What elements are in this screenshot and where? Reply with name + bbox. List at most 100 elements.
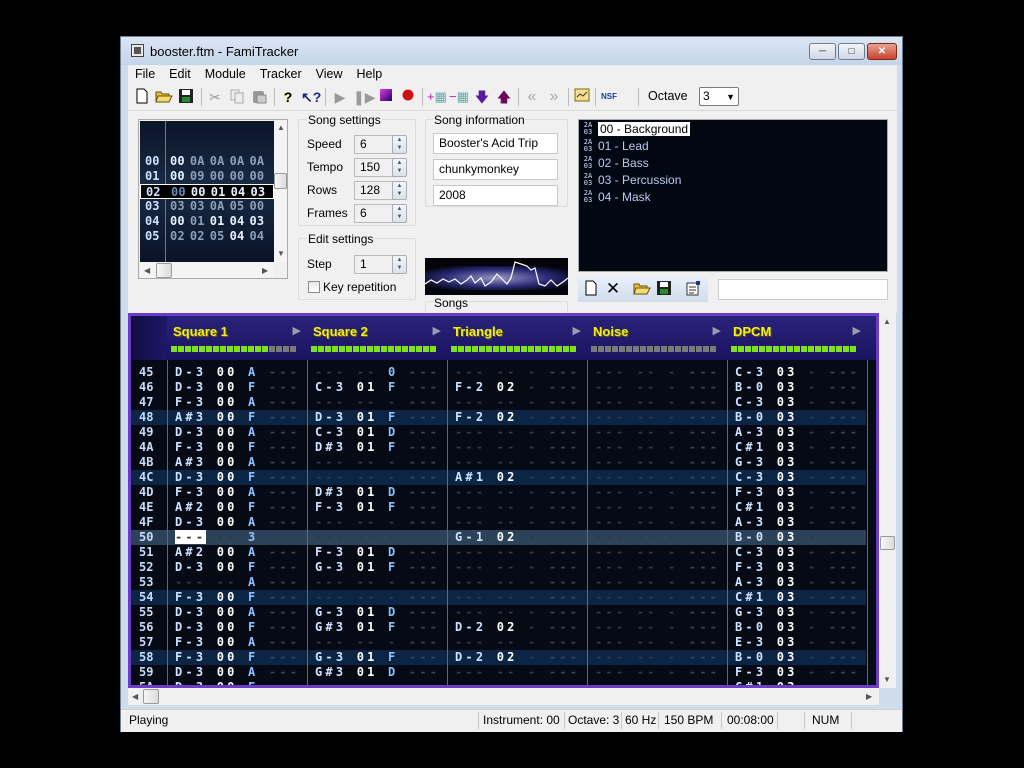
frame-cell[interactable]: 00 [249,199,264,213]
pattern-row[interactable]: 48 A#3 00 F --- D-3 01 F --- F-2 02 - --- --… [131,410,866,425]
pattern-cell[interactable]: --- -- - --- [595,560,720,575]
frame-cell[interactable]: 04 [249,229,264,243]
pattern-row[interactable]: 50 --- -- 3 --- --- -- - --- G-1 02 - --- --… [131,530,866,545]
scroll-right-icon[interactable]: ▶ [262,266,268,275]
instrument-item[interactable]: 2A 03 00 - Background [581,121,691,138]
pattern-cell[interactable]: F-3 03 - --- [735,560,860,575]
pattern-cell[interactable]: F-3 00 F --- [175,440,300,455]
expand-channel-icon[interactable]: ▶ [713,324,721,337]
frames-spinner[interactable]: ▲ ▼ [392,204,407,223]
pattern-cell[interactable]: C#1 03 - --- [735,440,860,455]
about-icon[interactable]: ? [279,88,297,106]
next-song-icon[interactable]: » [545,88,563,106]
scroll-down-icon[interactable]: ▼ [883,675,891,684]
expand-channel-icon[interactable]: ▶ [293,324,301,337]
pattern-cell[interactable]: C#1 03 - --- [735,680,860,685]
pattern-cell[interactable]: --- -- - --- [455,395,580,410]
pattern-cell[interactable]: --- -- - --- [455,545,580,560]
play-pattern-icon[interactable]: ❚▶ [353,88,376,106]
pattern-row[interactable]: 52 D-3 00 F --- G-3 01 F --- --- -- - --- --… [131,560,866,575]
menu-view[interactable]: View [309,65,350,84]
pattern-cell[interactable]: --- -- - --- [595,530,720,545]
pattern-cell[interactable]: --- -- - --- [455,425,580,440]
key-repetition-checkbox[interactable] [308,281,320,293]
pattern-cell[interactable]: --- -- - --- [315,575,440,590]
pattern-cell[interactable]: D-3 00 F --- [175,680,300,685]
stop-icon[interactable] [377,88,395,106]
pattern-cell[interactable]: --- -- - --- [595,380,720,395]
pattern-cell[interactable]: --- -- - --- [595,545,720,560]
pattern-cell[interactable]: B-0 03 - --- [735,410,860,425]
frame-cell[interactable]: 04 [230,229,245,243]
pattern-cell[interactable]: --- -- - --- [455,440,580,455]
save-icon[interactable] [177,88,195,106]
frame-cell[interactable]: 0A [249,154,264,168]
pattern-cell[interactable]: --- -- - --- [315,395,440,410]
frame-cell[interactable]: 01 [211,185,226,199]
close-button[interactable]: ✕ [867,43,897,60]
remove-frame-icon[interactable]: −▦ [449,88,469,106]
pattern-cell[interactable]: D-3 00 F --- [175,470,300,485]
pattern-row[interactable]: 4C D-3 00 F --- --- -- - --- A#1 02 - --- --… [131,470,866,485]
pattern-cell[interactable]: --- -- - --- [595,455,720,470]
pattern-cell[interactable]: --- -- - --- [595,605,720,620]
move-frame-up-icon[interactable]: 🡅 [495,88,513,106]
pattern-cell[interactable]: G-3 01 F --- [315,560,440,575]
pattern-cell[interactable]: C-3 03 - --- [735,470,860,485]
pattern-cell[interactable]: --- -- A --- [175,575,300,590]
frame-cell[interactable]: 0A [190,154,205,168]
pattern-cell[interactable]: B-0 03 - --- [735,650,860,665]
channel-square-1[interactable]: Square 1 ▶ [167,316,307,360]
pattern-cell[interactable]: G-3 03 - --- [735,605,860,620]
pattern-cell[interactable]: D#3 01 D --- [315,485,440,500]
pattern-row[interactable]: 4E A#2 00 F --- F-3 01 F --- --- -- - --- --… [131,500,866,515]
pattern-cell[interactable]: C-3 03 - --- [735,365,860,380]
pattern-cell[interactable]: --- -- - --- [455,605,580,620]
pattern-cell[interactable]: --- -- - --- [455,500,580,515]
pattern-row[interactable]: 5A D-3 00 F --- --- -- - --- --- -- - --- --… [131,680,866,685]
play-icon[interactable]: ▶ [331,88,349,106]
edit-instrument-icon[interactable] [684,280,702,298]
pattern-cell[interactable]: --- -- - --- [595,470,720,485]
previous-song-icon[interactable]: « [523,88,541,106]
pattern-cell[interactable]: --- -- - --- [595,365,720,380]
expand-channel-icon[interactable]: ▶ [433,324,441,337]
scroll-left-icon[interactable]: ◀ [132,692,138,701]
frame-horizontal-scrollbar[interactable]: ◀ ▶ [140,263,274,278]
pattern-cell[interactable]: F-3 00 A --- [175,485,300,500]
frame-cell[interactable]: 04 [231,185,246,199]
speed-spinner[interactable]: ▲ ▼ [392,135,407,154]
pattern-cell[interactable]: F-2 02 - --- [455,380,580,395]
channel-square-2[interactable]: Square 2 ▶ [307,316,447,360]
record-icon[interactable] [399,88,417,106]
pattern-row[interactable]: 57 F-3 00 A --- --- -- - --- --- -- - --- --… [131,635,866,650]
pattern-cell[interactable]: --- -- - --- [315,635,440,650]
add-frame-icon[interactable]: +▦ [427,88,447,106]
pattern-cell[interactable]: A#3 00 A --- [175,455,300,470]
pattern-cell[interactable]: G-3 01 D --- [315,605,440,620]
new-instrument-icon[interactable] [582,280,600,298]
pattern-cell[interactable]: A-3 03 - --- [735,575,860,590]
octave-select[interactable]: 3 ▼ [699,87,739,106]
module-properties-icon[interactable] [573,88,591,106]
pattern-cell[interactable]: D-3 00 A --- [175,425,300,440]
pattern-cell[interactable]: C#1 03 - --- [735,590,860,605]
frame-cell[interactable]: 00 [170,169,185,183]
frame-cell[interactable]: 05 [210,229,225,243]
pattern-cell[interactable]: --- -- - --- [455,635,580,650]
instrument-list[interactable]: 2A 03 00 - Background 2A 03 01 - Lead 2A 03 02 -… [578,119,888,272]
pattern-cell[interactable]: D#3 01 F --- [315,440,440,455]
pattern-cell[interactable]: G#3 01 D --- [315,665,440,680]
minimize-button[interactable]: ─ [809,43,836,60]
instrument-item[interactable]: 2A 03 01 - Lead [581,138,649,155]
pattern-row[interactable]: 4B A#3 00 A --- --- -- - --- --- -- - --- --… [131,455,866,470]
pattern-cell[interactable]: --- -- - --- [595,620,720,635]
menu-help[interactable]: Help [349,65,389,84]
pattern-cell[interactable]: B-0 03 - --- [735,380,860,395]
pattern-cell[interactable]: --- -- - --- [455,665,580,680]
scroll-up-icon[interactable]: ▲ [277,123,285,132]
step-spinner[interactable]: ▲ ▼ [392,255,407,274]
pattern-cell[interactable]: --- -- - --- [455,485,580,500]
pattern-cell[interactable]: --- -- - --- [455,590,580,605]
copy-icon[interactable] [228,88,246,106]
